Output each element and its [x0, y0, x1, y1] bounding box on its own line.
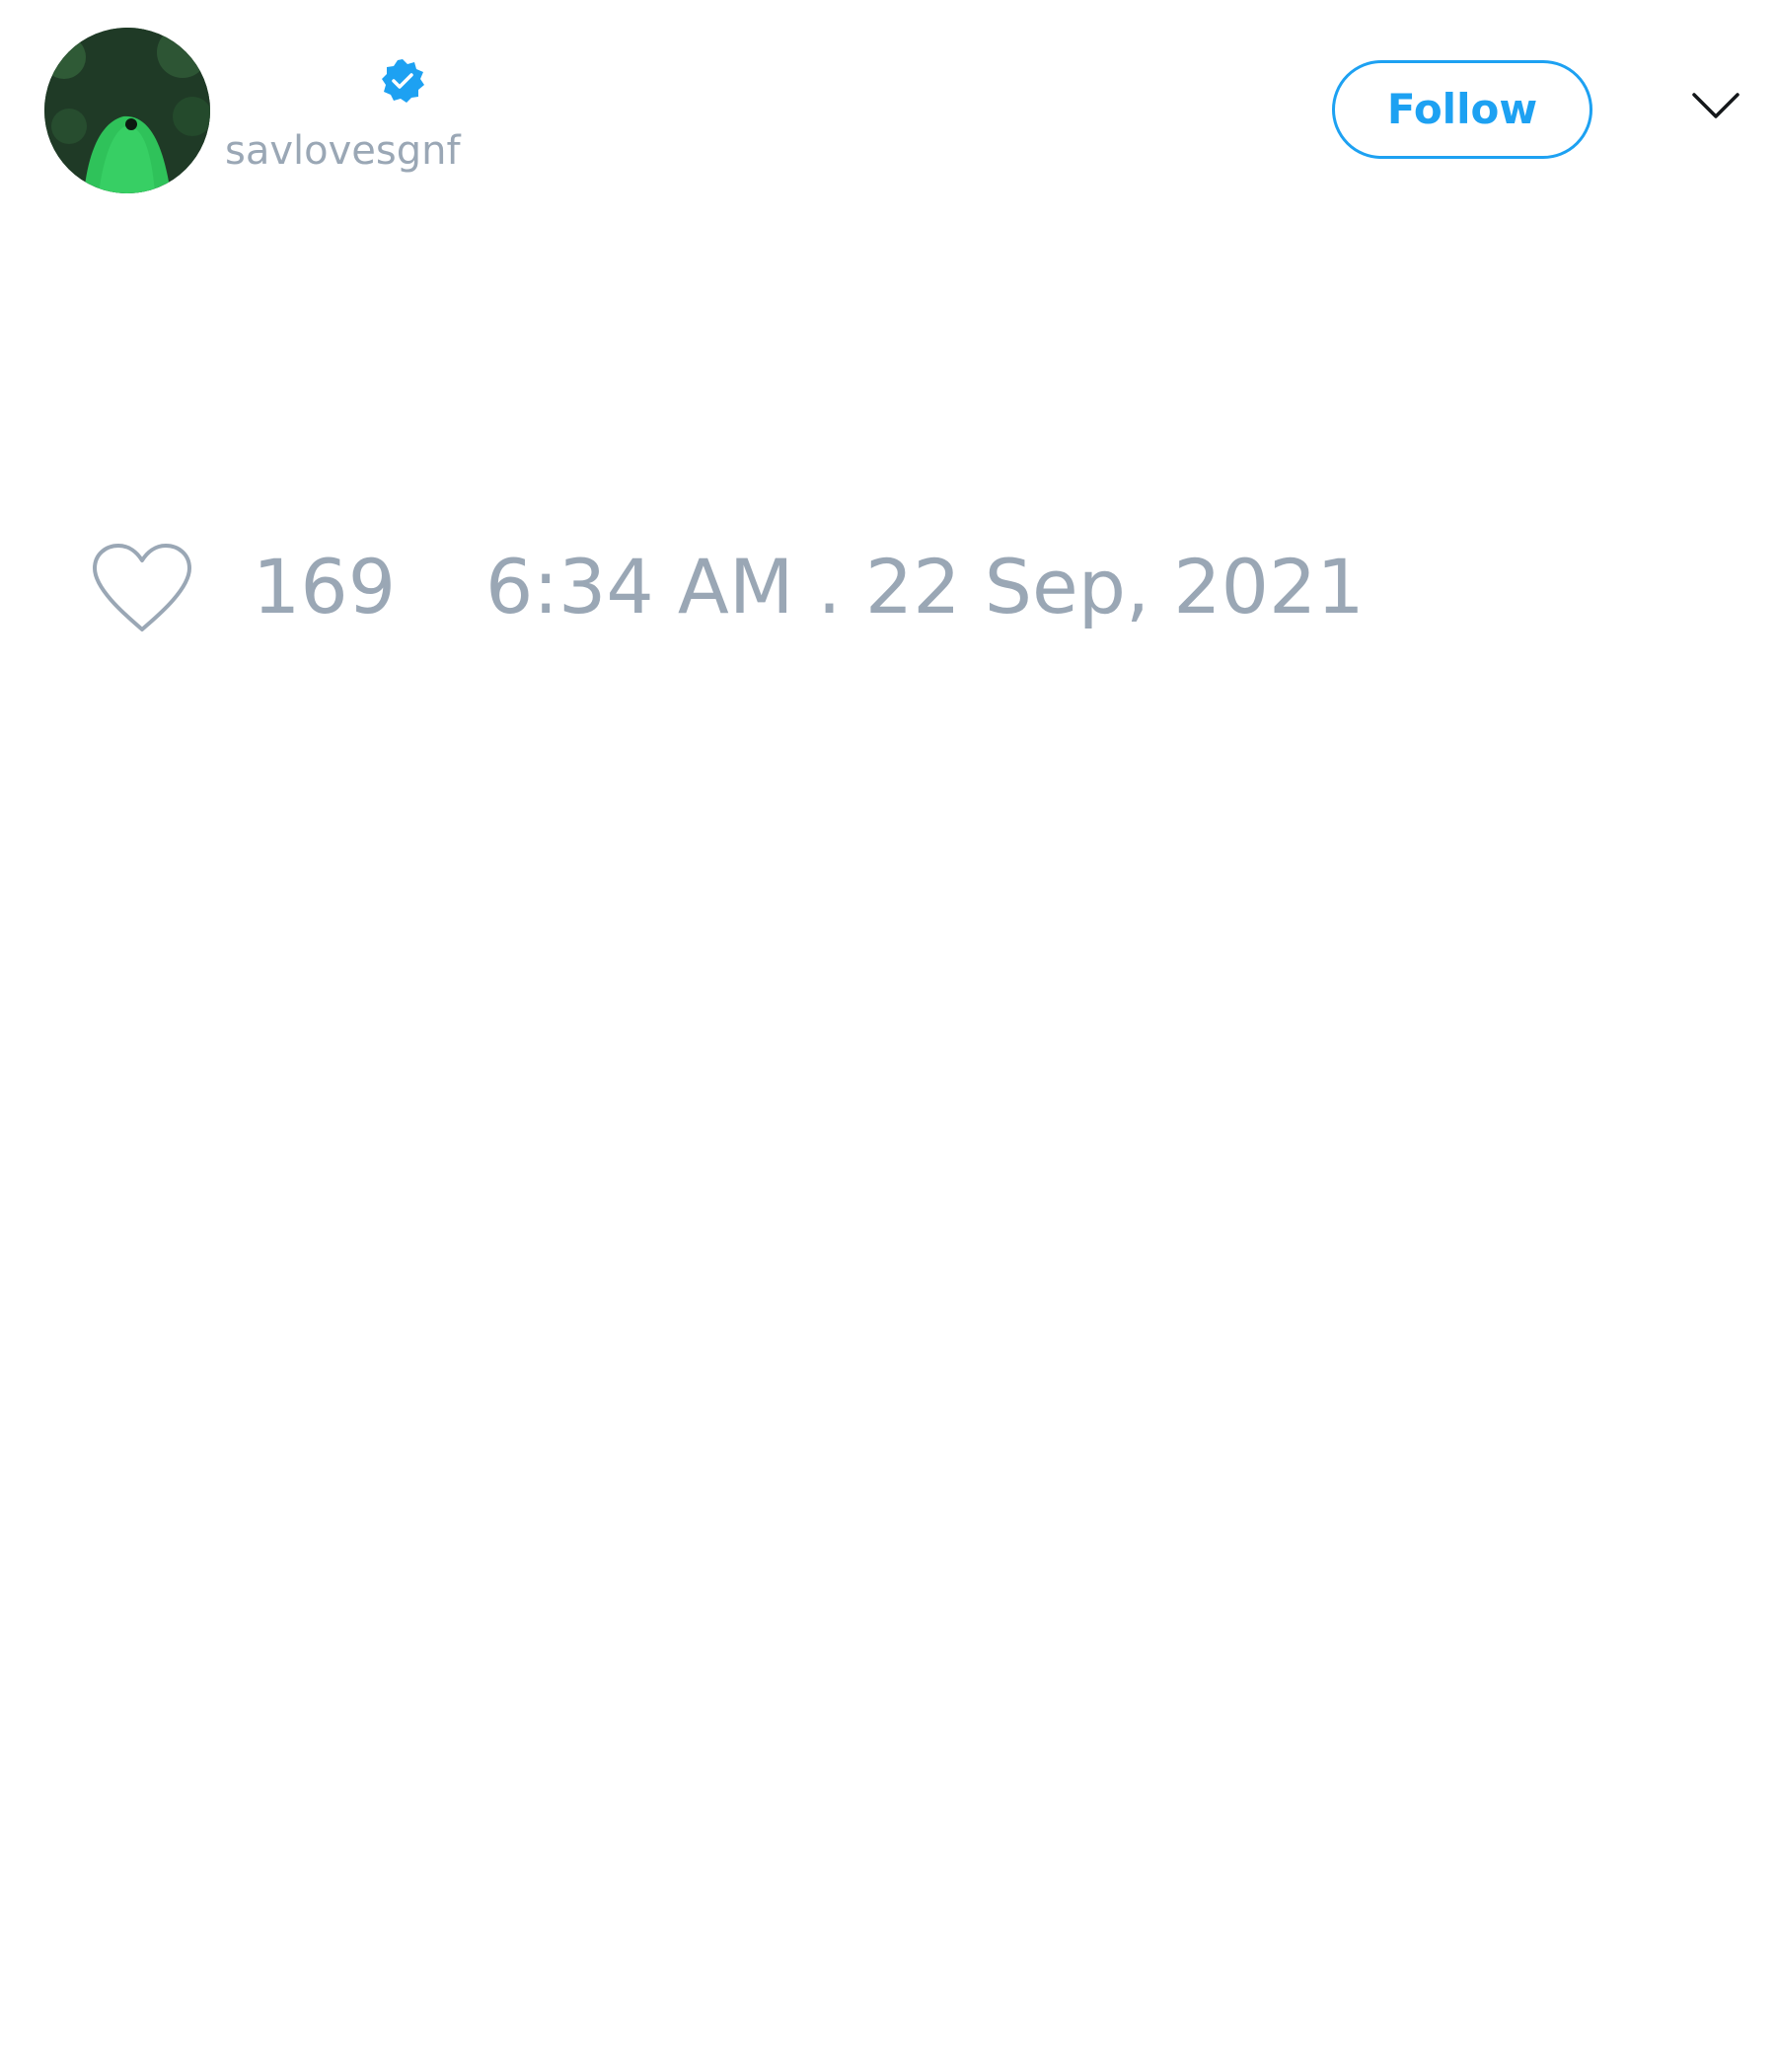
tweet-timestamp[interactable]: 6:34 AM . 22 Sep, 2021	[485, 543, 1365, 631]
like-count: 169	[253, 543, 397, 630]
green-ghost-avatar-icon	[44, 28, 210, 193]
tweet-card: savlovesgnf Follow 169 6:34 AM . 22 Sep,…	[0, 0, 1776, 2072]
chevron-down-icon[interactable]	[1691, 89, 1740, 124]
avatar[interactable]	[44, 28, 210, 193]
follow-button[interactable]: Follow	[1332, 60, 1592, 159]
verified-badge-icon	[379, 57, 426, 105]
user-handle[interactable]: savlovesgnf	[225, 126, 461, 176]
heart-icon[interactable]	[89, 541, 195, 635]
